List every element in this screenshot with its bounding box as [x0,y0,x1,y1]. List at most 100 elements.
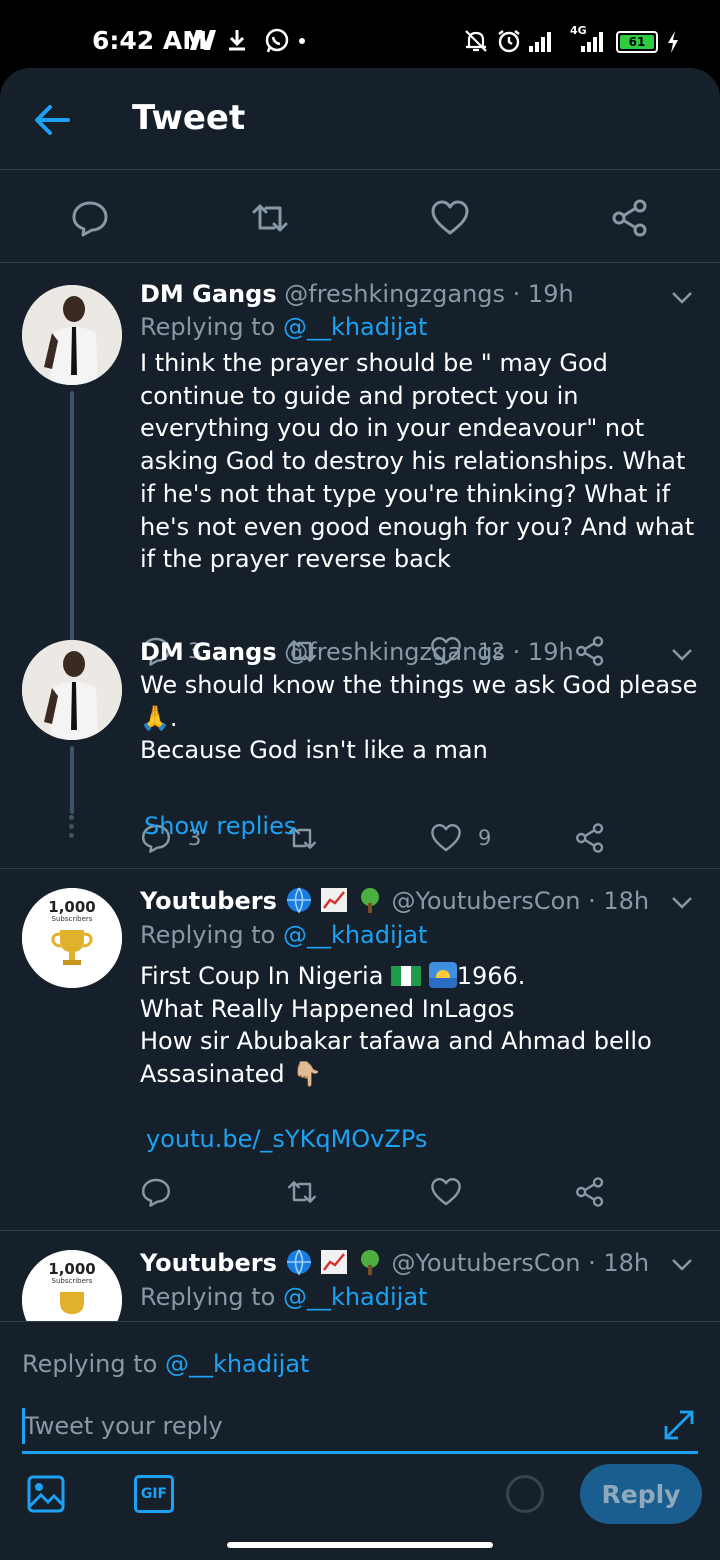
alarm-icon [498,30,520,53]
like-icon [431,824,461,852]
tweet-time: · 18h [588,887,650,915]
tree-icon [360,888,379,913]
share-action[interactable] [574,1174,606,1210]
avatar[interactable]: 1,000 Subscribers [22,1250,122,1328]
status-bar: 6:42 AM 4G 61 [0,0,720,70]
top-bar: Tweet [0,68,720,170]
tweet-item[interactable]: DM Gangs @freshkingzgangs · 19h Replying… [0,263,720,709]
divider [0,1230,720,1231]
tweet-link[interactable]: youtu.be/_sYKqMOvZPs [146,1123,700,1156]
app-screen: Tweet DM Gangs @freshkingzgangs · 19h Re… [0,68,720,1560]
replying-label: Replying to [140,313,283,341]
tweet-text-line: How sir Abubakar tafawa and Ahmad bello [140,1027,652,1056]
reply-button[interactable]: Reply [580,1464,702,1524]
tweet-item[interactable]: DM Gangs @freshkingzgangs · 19h We shoul… [0,638,720,870]
tweet-header: Youtubers @YoutubersCon · 18h [140,886,649,915]
tweet-header: DM Gangs @freshkingzgangs · 19h [140,280,574,308]
globe-icon [286,887,311,914]
tweet-item[interactable]: 1,000 Subscribers Youtubers @YoutubersCo… [0,1248,720,1328]
display-name[interactable]: DM Gangs [140,638,277,666]
share-icon [576,1177,604,1207]
avatar[interactable]: 1,000 Subscribers [22,888,122,988]
globe-icon [286,1249,311,1276]
character-counter [506,1475,544,1513]
like-icon[interactable] [430,198,470,238]
thread-line [70,746,74,814]
retweet-action[interactable] [286,1174,318,1210]
tweet-text-line: Assasinated 👇🏼 [140,1060,323,1089]
arrow-left-icon[interactable] [30,98,74,142]
tweet-text-segment: 1966. [456,962,526,990]
mention-link[interactable]: @__khadijat [283,921,428,949]
chevron-down-icon[interactable] [670,642,694,666]
avatar-subtext: Subscribers [52,915,93,923]
text-caret [22,1408,25,1444]
tweet-text: We should know the things we ask God ple… [140,669,700,767]
reply-icon [142,1178,170,1207]
mention-link[interactable]: @__khadijat [283,313,428,341]
share-action[interactable] [574,820,606,856]
tweet-header: Youtubers @YoutubersCon · 18h [140,1248,649,1277]
like-action[interactable]: 9 [430,820,491,856]
tweet-text: First Coup In Nigeria 1966. What Really … [140,960,700,1156]
share-icon[interactable] [610,198,650,238]
page-title: Tweet [132,98,246,138]
user-photo-icon [22,285,122,385]
home-indicator[interactable] [227,1542,493,1548]
n-notification-icon [190,30,216,50]
replying-to: Replying to @__khadijat [140,313,427,341]
reply-composer: Replying to @__khadijat GIF Reply [0,1321,720,1560]
display-name[interactable]: Youtubers [140,1249,277,1277]
share-icon [576,823,604,853]
composer-replying-to: Replying to @__khadijat [22,1350,309,1378]
avatar-subtext: Subscribers [52,1277,93,1285]
divider [0,868,720,869]
avatar[interactable] [22,640,122,740]
user-handle: @freshkingzgangs [284,280,506,308]
battery-level: 61 [620,35,654,49]
mention-link[interactable]: @__khadijat [283,1283,428,1311]
like-count: 9 [478,826,492,850]
image-icon[interactable] [26,1474,66,1514]
display-name[interactable]: DM Gangs [140,280,277,308]
mention-link[interactable]: @__khadijat [165,1350,310,1378]
chevron-down-icon[interactable] [670,285,694,309]
reply-input[interactable] [22,1400,698,1454]
avatar[interactable] [22,285,122,385]
user-photo-icon [22,640,122,740]
trophy-icon: 1,000 Subscribers [22,1250,122,1328]
user-handle: @YoutubersCon [391,887,581,915]
whatsapp-icon [265,28,289,53]
display-name[interactable]: Youtubers [140,887,277,915]
show-replies-link[interactable]: Show replies [144,812,296,840]
tweet-header: DM Gangs @freshkingzgangs · 19h [140,638,574,666]
trophy-icon: 1,000 Subscribers [22,888,122,988]
retweet-icon[interactable] [250,198,290,238]
avatar-text: 1,000 [48,898,95,916]
tweet-actions [140,1174,700,1210]
avatar-text: 1,000 [48,1260,95,1278]
signal-icon [529,32,551,52]
replying-to: Replying to @__khadijat [140,921,427,949]
chevron-down-icon[interactable] [670,890,694,914]
tweet-time: · 18h [588,1249,650,1277]
tweet-item[interactable]: 1,000 Subscribers Youtubers @YoutubersCo… [0,886,720,1228]
chevron-down-icon[interactable] [670,1252,694,1276]
expand-icon[interactable] [662,1408,696,1442]
gif-button[interactable]: GIF [134,1475,174,1513]
reply-action[interactable] [140,1174,172,1210]
dot-icon [299,38,305,44]
main-tweet-actions [0,171,720,263]
tweet-text-line: What Really Happened InLagos [140,994,515,1023]
replying-label: Replying to [22,1350,165,1378]
chart-icon [321,1250,348,1274]
tweet-time: · 19h [512,638,574,666]
reply-icon[interactable] [70,198,110,238]
tweet-time: · 19h [512,280,574,308]
like-action[interactable] [430,1174,462,1210]
nigeria-flag-icon [391,966,422,986]
tweet-text: I think the prayer should be " may God c… [140,349,695,574]
tweet-text-line: Because God isn't like a man [140,736,488,765]
sunrise-icon [428,962,457,988]
charging-icon [668,31,678,53]
